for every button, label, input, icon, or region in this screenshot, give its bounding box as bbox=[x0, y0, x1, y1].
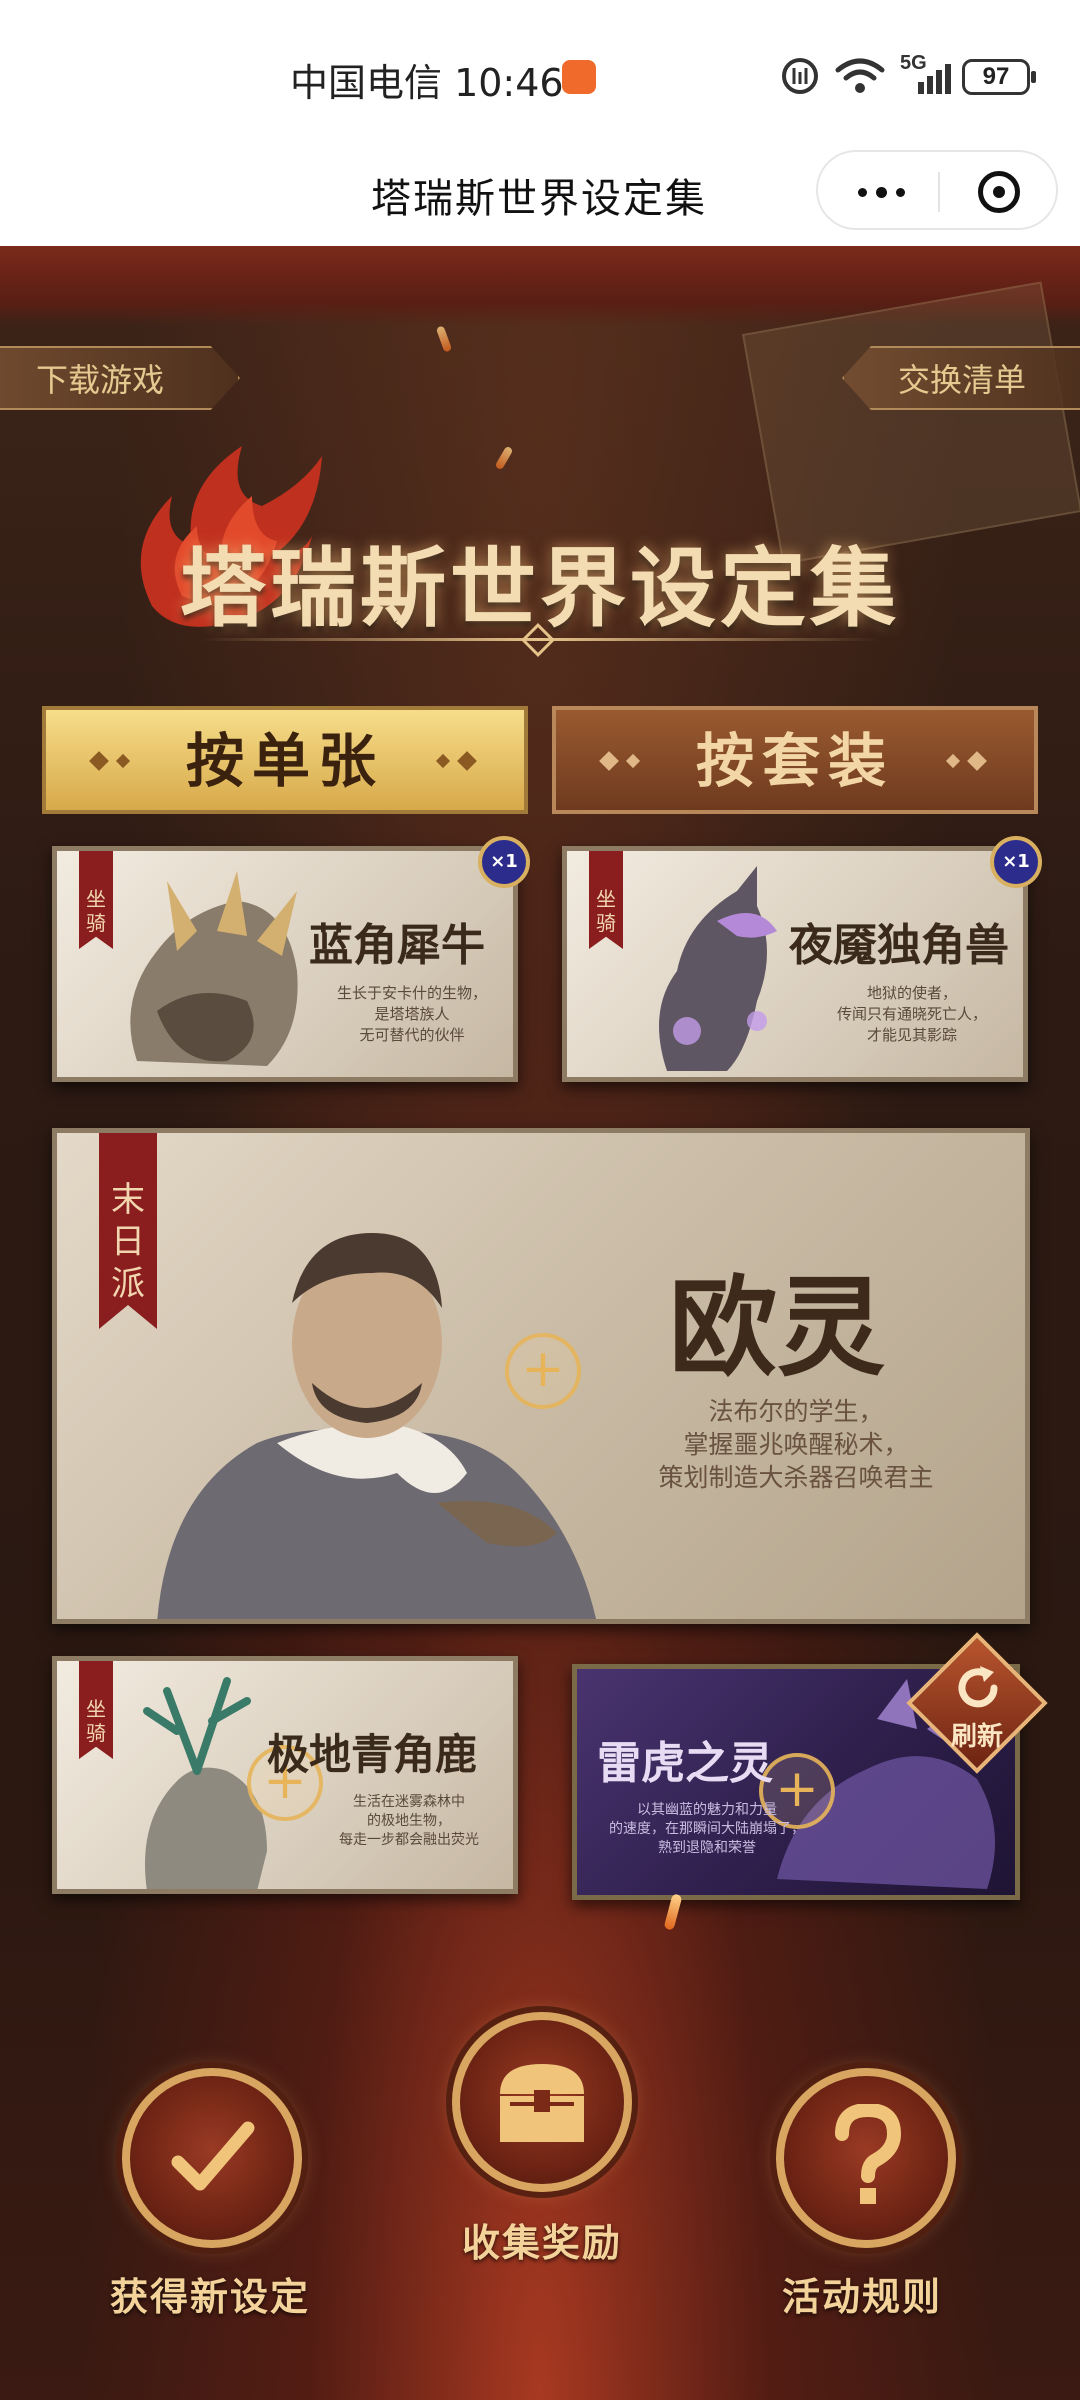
game-page: 下载游戏 交换清单 塔瑞斯世界设定集 按单张 按套装 坐骑 蓝角犀牛 生长于安卡… bbox=[0, 246, 1080, 2400]
exchange-list-tab[interactable]: 交换清单 bbox=[842, 346, 1080, 410]
card-blue-horn-rhino[interactable]: 坐骑 蓝角犀牛 生长于安卡什的生物， 是塔塔族人 无可替代的伙伴 bbox=[52, 846, 518, 1082]
card-count-badge: ×1 bbox=[478, 836, 530, 888]
refresh-label: 刷新 bbox=[950, 1722, 1003, 1752]
card-description: 生长于安卡什的生物， 是塔塔族人 无可替代的伙伴 bbox=[336, 984, 487, 1044]
rhino-figure-icon bbox=[130, 871, 298, 1066]
refresh-button[interactable]: 刷新 bbox=[906, 1632, 1048, 1774]
carrier-time: 中国电信 10:46 bbox=[290, 61, 564, 105]
card-description: 法布尔的学生， 掌握噩兆唤醒秘术， 策划制造大杀器召唤君主 bbox=[658, 1397, 934, 1492]
notification-app-icon bbox=[562, 60, 596, 94]
download-game-tab[interactable]: 下载游戏 bbox=[0, 346, 240, 410]
checkmark-icon bbox=[171, 2121, 255, 2191]
collect-reward-label: 收集奖励 bbox=[461, 2221, 622, 2265]
signal-icon: 5G bbox=[900, 52, 956, 96]
card-count-badge: ×1 bbox=[990, 836, 1042, 888]
network-type: 5G bbox=[900, 52, 927, 74]
card-name: 夜魇独角兽 bbox=[789, 920, 1009, 971]
activity-rules-button[interactable] bbox=[776, 2068, 956, 2248]
get-new-setting-button[interactable] bbox=[122, 2068, 302, 2248]
card-polar-deer[interactable]: 坐骑 + 极地青角鹿 生活在迷雾森林中 的极地生物， 每走一步都会融出荧光 bbox=[52, 1656, 518, 1894]
card-name: 极地青角鹿 bbox=[267, 1730, 478, 1779]
card-name: 雷虎之灵 bbox=[597, 1738, 773, 1789]
card-ouling[interactable]: 末日派 + 欧灵 法布尔的学生， 掌握噩兆唤醒秘术， 策划制造大杀器召唤君主 bbox=[52, 1128, 1030, 1624]
hd-call-icon bbox=[782, 58, 818, 94]
more-options-button[interactable] bbox=[852, 173, 912, 209]
card-description: 生活在迷雾森林中 的极地生物， 每走一步都会融出荧光 bbox=[339, 1794, 479, 1848]
card-description: 以其幽蓝的魅力和力量 的速度，在那瞬间大陆崩塌了， 熟到退隐和荣誉 bbox=[609, 1802, 805, 1856]
question-mark-icon bbox=[835, 2104, 902, 2204]
card-name: 蓝角犀牛 bbox=[309, 920, 485, 971]
wifi-icon bbox=[835, 58, 885, 93]
treasure-chest-icon bbox=[500, 2064, 584, 2142]
refresh-icon bbox=[958, 1666, 998, 1708]
mode-set-button[interactable]: 按套装 bbox=[552, 706, 1038, 814]
collect-reward-button[interactable] bbox=[452, 2012, 632, 2192]
miniprogram-capsule bbox=[816, 150, 1058, 230]
close-miniprogram-button[interactable] bbox=[978, 171, 1020, 213]
mode-single-button[interactable]: 按单张 bbox=[42, 706, 528, 814]
card-description: 地狱的使者， 传闻只有通晓死亡人， 才能见其影踪 bbox=[836, 984, 987, 1044]
status-bar: 中国电信 10:46 5G 97 bbox=[0, 0, 1080, 140]
battery-indicator: 97 bbox=[962, 59, 1036, 95]
activity-rules-label: 活动规则 bbox=[781, 2275, 942, 2319]
add-card-button[interactable]: + bbox=[505, 1333, 581, 1409]
status-icons: 5G bbox=[780, 52, 956, 96]
card-name: 欧灵 bbox=[669, 1265, 886, 1391]
app-header: 塔瑞斯世界设定集 bbox=[0, 140, 1080, 246]
card-night-unicorn[interactable]: 坐骑 夜魇独角兽 地狱的使者， 传闻只有通晓死亡人， 才能见其影踪 bbox=[562, 846, 1028, 1082]
get-new-setting-label: 获得新设定 bbox=[109, 2275, 310, 2319]
